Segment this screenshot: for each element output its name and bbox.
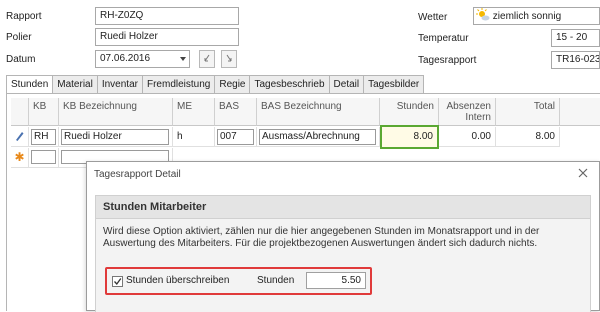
col-header-kb[interactable]: KB: [29, 98, 59, 126]
section-description: Wird diese Option aktiviert, zählen nur …: [103, 226, 540, 249]
table-row-cell-kb[interactable]: RH: [29, 127, 59, 147]
tab-tagesbilder[interactable]: Tagesbilder: [363, 75, 425, 93]
next-day-button[interactable]: [221, 50, 237, 68]
tagesrapport-field[interactable]: TR16-0234: [551, 51, 600, 69]
grid-header-filler: [560, 98, 600, 126]
tab-bar: Stunden Material Inventar Fremdleistung …: [6, 75, 425, 94]
col-header-total[interactable]: Total: [496, 98, 560, 126]
row-indicator-header: [11, 98, 29, 126]
wetter-field[interactable]: ziemlich sonnig: [473, 7, 600, 25]
new-kb-input[interactable]: [31, 150, 56, 164]
row-edit-indicator[interactable]: [11, 127, 29, 147]
tab-stunden[interactable]: Stunden: [6, 75, 54, 94]
col-header-absenzen[interactable]: Absenzen Intern: [439, 98, 496, 126]
table-row-cell-me[interactable]: h: [173, 127, 215, 147]
datum-label: Datum: [6, 54, 36, 65]
temperatur-field[interactable]: 15 - 20: [551, 29, 600, 47]
new-row-indicator[interactable]: ✱: [11, 148, 29, 168]
arrow-down-right-icon: [226, 54, 232, 62]
tab-fremdleistung[interactable]: Fremdleistung: [141, 75, 216, 93]
stunden-ueberschreiben-checkbox[interactable]: [112, 276, 123, 287]
table-row-cell-total[interactable]: 8.00: [496, 127, 560, 147]
pencil-icon: [16, 132, 24, 141]
checkmark-icon: [114, 278, 122, 286]
col-header-kb-bezeichnung[interactable]: KB Bezeichnung: [59, 98, 173, 126]
dialog-title: Tagesrapport Detail: [94, 169, 181, 180]
col-header-bas[interactable]: BAS: [215, 98, 257, 126]
prev-day-button[interactable]: [199, 50, 215, 68]
wetter-value: ziemlich sonnig: [492, 11, 562, 22]
polier-label: Polier: [6, 32, 32, 43]
bas-bezeichnung-input[interactable]: Ausmass/Abrechnung: [259, 129, 376, 145]
table-row-cell-bas[interactable]: 007: [215, 127, 257, 147]
rapport-field[interactable]: RH-Z0ZQ: [95, 7, 239, 25]
table-row-cell-absenzen[interactable]: 0.00: [439, 127, 496, 147]
wetter-label: Wetter: [418, 12, 448, 23]
temperatur-label: Temperatur: [418, 33, 469, 44]
close-button[interactable]: [577, 167, 589, 179]
tab-material[interactable]: Material: [52, 75, 98, 93]
checkbox-label[interactable]: Stunden überschreiben: [126, 275, 229, 286]
datum-value: 07.06.2016: [100, 53, 151, 64]
section-title: Stunden Mitarbeiter: [96, 196, 590, 219]
sun-cloud-icon: [476, 8, 490, 21]
table-row-cell-kb-bezeichnung[interactable]: Ruedi Holzer: [59, 127, 173, 147]
tab-regie[interactable]: Regie: [214, 75, 251, 93]
col-header-stunden[interactable]: Stunden: [380, 98, 439, 126]
asterisk-icon: ✱: [14, 150, 25, 164]
rapport-label: Rapport: [6, 11, 42, 22]
bas-input[interactable]: 007: [217, 129, 254, 145]
col-header-bas-bezeichnung[interactable]: BAS Bezeichnung: [257, 98, 380, 126]
kb-bezeichnung-input[interactable]: Ruedi Holzer: [61, 129, 169, 145]
stunden-input[interactable]: 5.50: [306, 272, 366, 289]
kb-input[interactable]: RH: [31, 129, 56, 145]
tagesrapport-detail-dialog: Tagesrapport Detail Stunden Mitarbeiter …: [86, 161, 600, 312]
stunden-label: Stunden: [257, 275, 295, 286]
table-row-cell-stunden[interactable]: 8.00: [380, 125, 439, 149]
tab-inventar[interactable]: Inventar: [96, 75, 143, 93]
datum-field[interactable]: 07.06.2016: [95, 50, 190, 68]
new-row-cell-kb[interactable]: [29, 148, 59, 168]
close-icon: [578, 168, 588, 178]
arrow-down-left-icon: [204, 54, 210, 62]
tab-detail[interactable]: Detail: [328, 75, 365, 93]
tab-tagesbeschrieb[interactable]: Tagesbeschrieb: [249, 75, 330, 93]
tagesrapport-label: Tagesrapport: [418, 55, 477, 66]
table-row-cell-bas-bezeichnung[interactable]: Ausmass/Abrechnung: [257, 127, 380, 147]
chevron-down-icon[interactable]: [180, 57, 186, 61]
stunden-mitarbeiter-section: Stunden Mitarbeiter Wird diese Option ak…: [95, 195, 591, 312]
polier-field[interactable]: Ruedi Holzer: [95, 28, 239, 46]
col-header-me[interactable]: ME: [173, 98, 215, 126]
